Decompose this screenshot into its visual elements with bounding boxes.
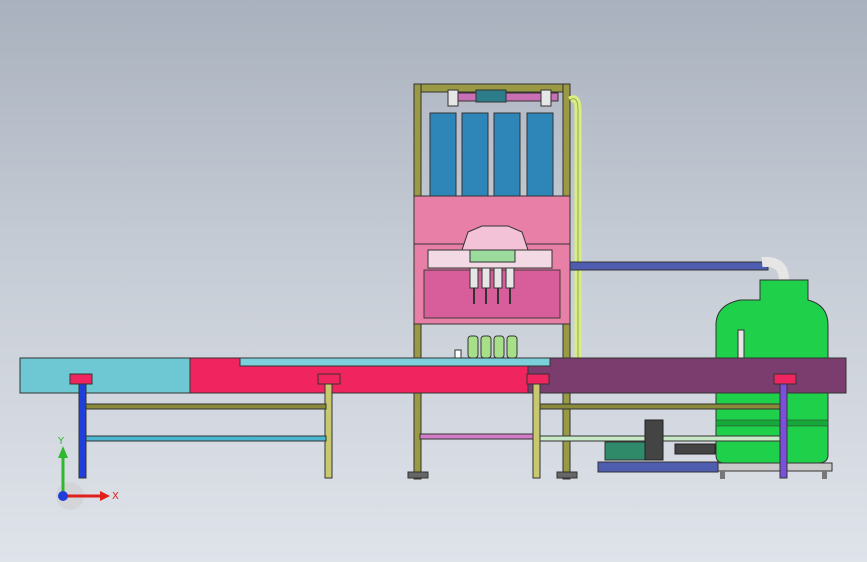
y-axis-label: Y [57,436,65,447]
supply-tanks[interactable] [429,112,554,197]
cad-viewport[interactable]: X Y [0,0,867,562]
filler-head[interactable] [413,195,571,325]
bottles[interactable] [454,335,518,359]
coordinate-triad: X Y [56,436,119,510]
drive-motor[interactable] [597,419,719,473]
machine-assembly-model[interactable]: X Y [0,0,867,562]
supply-pipe[interactable] [569,256,789,281]
x-axis-label: X [112,491,119,502]
conveyor-belt[interactable] [19,357,847,394]
